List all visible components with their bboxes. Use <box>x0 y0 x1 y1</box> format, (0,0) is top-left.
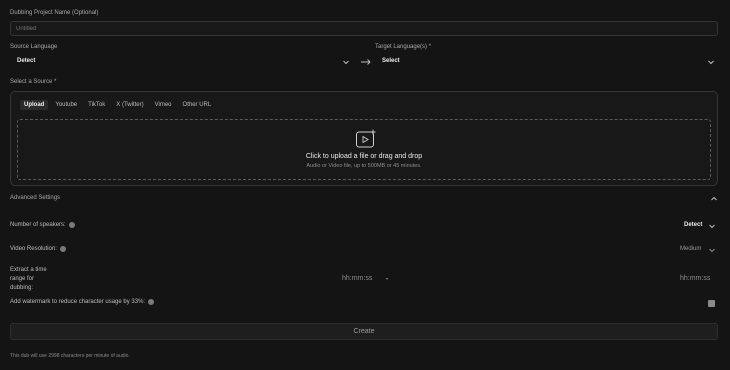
help-icon[interactable] <box>59 246 66 252</box>
help-icon[interactable] <box>68 222 75 228</box>
upload-title: Click to upload a file or drag and drop <box>305 153 423 160</box>
advanced-settings-title: Advanced Settings <box>10 195 61 201</box>
source-language-value: Detect <box>17 58 36 64</box>
tab-upload[interactable]: Upload <box>20 100 49 110</box>
advanced-settings-toggle[interactable]: Advanced Settings <box>0 193 730 205</box>
resolution-row: Video Resolution: <box>10 246 66 252</box>
source-panel: Upload Youtube TikTok X (Twitter) Vimeo … <box>10 91 718 186</box>
chevron-down-icon <box>708 60 714 65</box>
source-tabs: Upload Youtube TikTok X (Twitter) Vimeo … <box>20 100 215 110</box>
project-name-label: Dubbing Project Name (Optional) <box>10 10 99 16</box>
chevron-down-icon <box>385 278 389 280</box>
time-range-end-input[interactable]: hh:mm:ss <box>672 274 718 285</box>
source-language-select[interactable]: Detect <box>10 55 352 69</box>
footer-note: This dub will use 2998 characters per mi… <box>10 353 130 359</box>
chevron-down-icon <box>709 224 715 229</box>
tab-tiktok[interactable]: TikTok <box>84 100 109 110</box>
watermark-row: Add watermark to reduce character usage … <box>10 299 155 305</box>
source-label: Select a Source * <box>10 79 57 85</box>
time-range-start: hh:mm:ss <box>342 275 373 282</box>
source-language-label: Source Language <box>10 44 58 50</box>
watermark-checkbox[interactable] <box>708 300 715 307</box>
resolution-value: Medium <box>680 246 702 252</box>
resolution-label: Video Resolution: <box>10 246 57 252</box>
time-range-end: hh:mm:ss <box>680 275 711 282</box>
chevron-down-icon <box>343 60 349 65</box>
tab-youtube[interactable]: Youtube <box>51 100 81 110</box>
upload-video-icon <box>356 129 376 148</box>
help-icon[interactable] <box>148 299 155 305</box>
watermark-label: Add watermark to reduce character usage … <box>10 299 146 305</box>
target-language-value: Select <box>382 58 400 64</box>
arrow-right-icon <box>361 59 371 65</box>
speakers-select[interactable]: Detect <box>676 220 718 231</box>
upload-dropzone[interactable]: Click to upload a file or drag and drop … <box>17 119 711 180</box>
target-language-select[interactable]: Select <box>375 55 717 69</box>
speakers-value: Detect <box>684 222 703 228</box>
upload-subtitle: Audio or Video file, up to 500MB or 45 m… <box>306 163 422 169</box>
project-name-input[interactable] <box>10 21 718 36</box>
time-range-label: Extract a time range for dubbing: <box>10 267 47 291</box>
target-language-label: Target Language(s) * <box>375 44 432 50</box>
time-range-start-input[interactable]: hh:mm:ss <box>342 274 398 285</box>
tab-other-url[interactable]: Other URL <box>179 100 216 110</box>
chevron-up-icon <box>711 196 717 201</box>
speakers-label: Number of speakers: <box>10 222 66 228</box>
create-button[interactable]: Create <box>10 323 718 340</box>
tab-vimeo[interactable]: Vimeo <box>151 100 176 110</box>
chevron-down-icon <box>709 248 715 253</box>
speakers-row: Number of speakers: <box>10 222 75 228</box>
tab-x-twitter[interactable]: X (Twitter) <box>112 100 147 110</box>
resolution-select[interactable]: Medium <box>670 244 718 255</box>
